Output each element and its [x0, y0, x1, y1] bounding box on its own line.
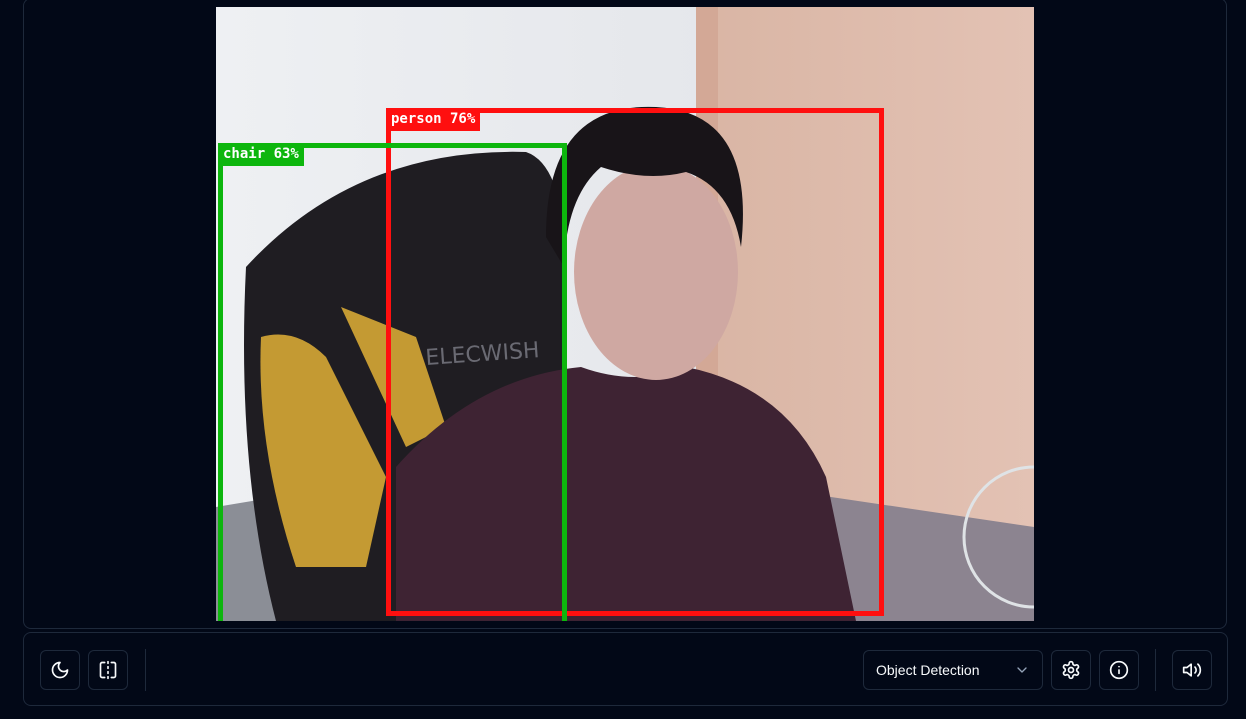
settings-button[interactable]: [1051, 650, 1091, 690]
gear-icon: [1062, 660, 1080, 680]
model-select-value: Object Detection: [876, 662, 980, 678]
bottom-toolbar: Object Detection: [23, 632, 1228, 706]
flip-horizontal-icon: [99, 660, 117, 680]
info-icon: [1109, 660, 1129, 680]
info-button[interactable]: [1099, 650, 1139, 690]
moon-icon: [51, 661, 69, 679]
detection-box-chair: chair 63%: [218, 143, 567, 621]
detection-label-person: person 76%: [386, 108, 481, 131]
volume-button[interactable]: [1172, 650, 1212, 690]
chevron-down-icon: [1017, 667, 1027, 673]
mirror-toggle-button[interactable]: [88, 650, 128, 690]
webcam-feed: ELECWISH person 76% chair 63%: [216, 7, 1034, 621]
toolbar-divider-left: [145, 649, 146, 691]
model-select[interactable]: Object Detection: [863, 650, 1043, 690]
toolbar-divider-right: [1155, 649, 1156, 691]
detection-label-chair: chair 63%: [218, 143, 304, 166]
theme-toggle-button[interactable]: [40, 650, 80, 690]
volume-icon: [1182, 663, 1202, 677]
